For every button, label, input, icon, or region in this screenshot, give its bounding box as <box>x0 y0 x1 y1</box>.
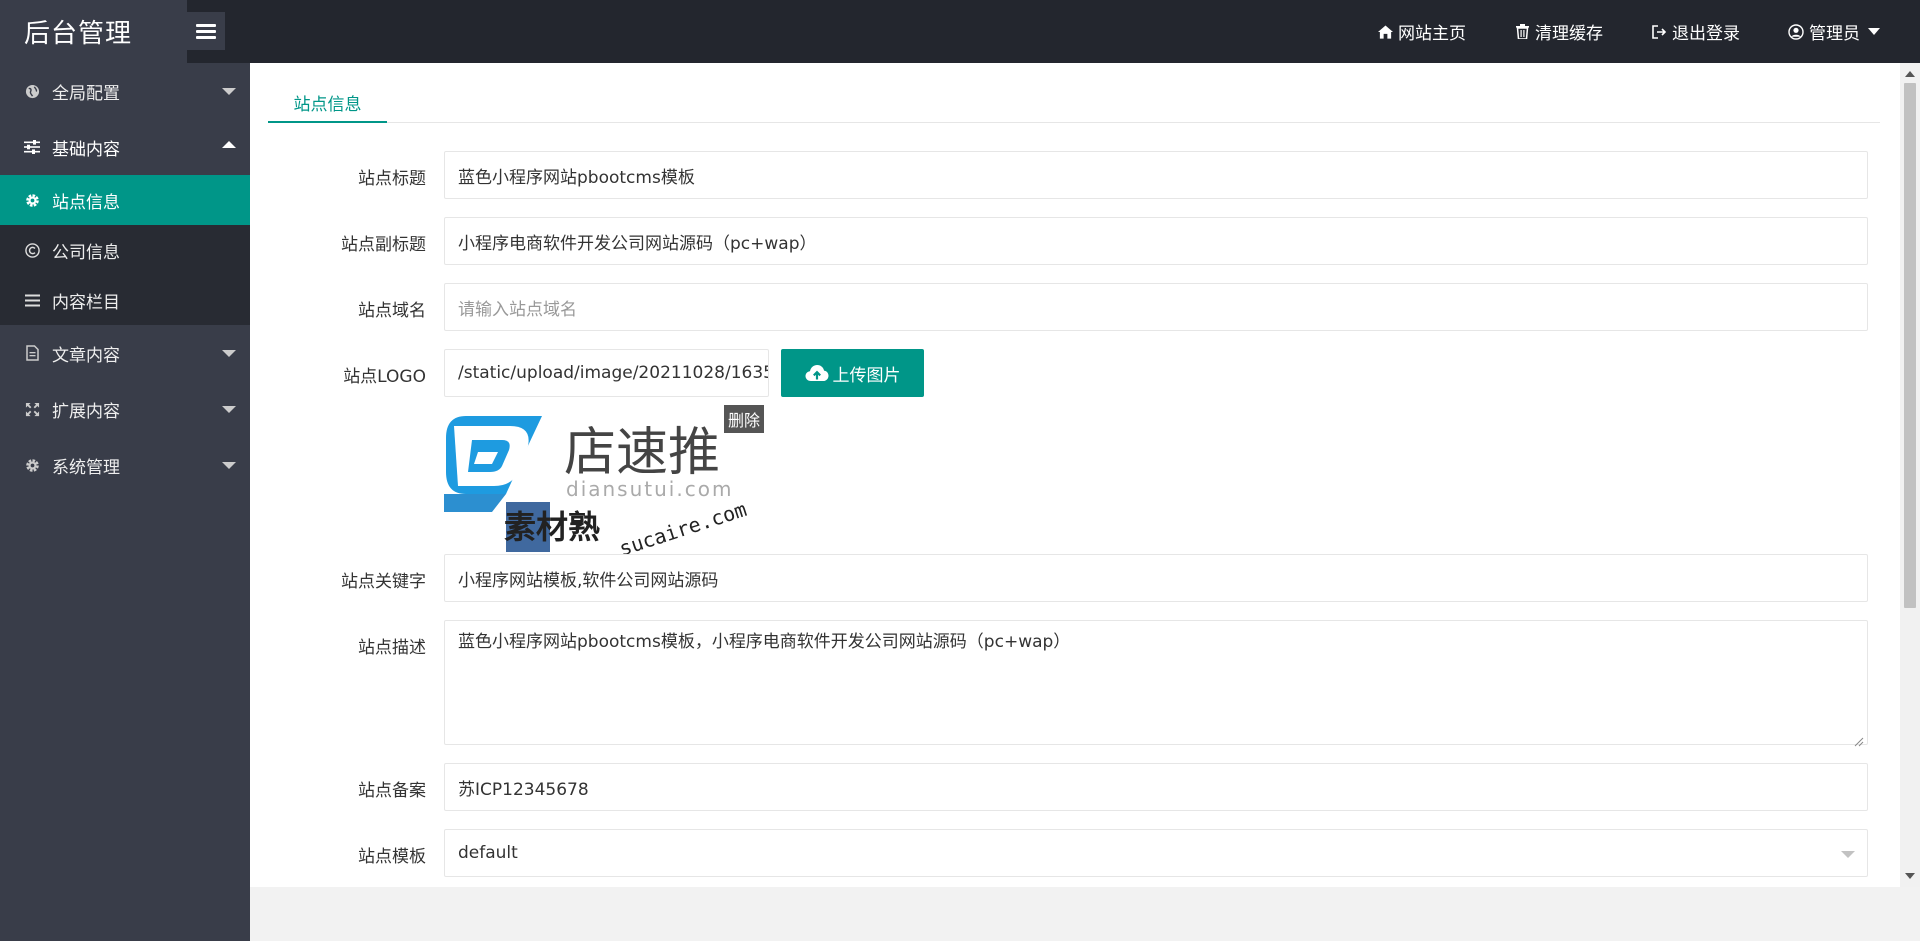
sidebar-submenu: 站点信息 公司信息 内容栏目 <box>0 175 250 325</box>
sidebar-item-site-info[interactable]: 站点信息 <box>0 175 250 225</box>
hamburger-icon <box>196 21 216 42</box>
nav-clear-cache-label: 清理缓存 <box>1535 24 1603 44</box>
site-icp-input[interactable]: 苏ICP12345678 <box>444 763 1868 811</box>
sidebar-item-global-config[interactable]: 全局配置 <box>0 63 250 119</box>
nav-logout-label: 退出登录 <box>1672 24 1740 44</box>
chevron-down-icon <box>222 88 236 95</box>
list-icon <box>24 292 40 308</box>
field-label: 站点关键字 <box>341 572 426 592</box>
upload-image-label: 上传图片 <box>832 365 901 386</box>
chevron-down-icon <box>1868 28 1880 35</box>
site-template-select[interactable]: default <box>444 829 1868 877</box>
sidebar-item-label: 全局配置 <box>52 83 120 104</box>
chevron-down-icon <box>222 462 236 469</box>
scrollbar-thumb[interactable] <box>1904 83 1916 608</box>
trash-icon <box>1514 24 1530 40</box>
menu-toggle-button[interactable] <box>187 12 225 50</box>
nav-admin-label: 管理员 <box>1809 24 1860 44</box>
sidebar-item-article-content[interactable]: 文章内容 <box>0 325 250 381</box>
sidebar-item-label: 站点信息 <box>52 192 120 213</box>
site-description-text: 蓝色小程序网站pbootcms模板，小程序电商软件开发公司网站源码（pc+wap… <box>458 632 1071 652</box>
sidebar-item-extended-content[interactable]: 扩展内容 <box>0 381 250 437</box>
field-label: 站点模板 <box>358 847 426 867</box>
logo-domain-text: diansutui.com <box>566 477 733 501</box>
gear-icon <box>24 457 40 473</box>
chevron-down-icon <box>222 406 236 413</box>
chevron-up-icon <box>222 141 236 148</box>
sliders-icon <box>24 139 40 155</box>
site-subtitle-input[interactable]: 小程序电商软件开发公司网站源码（pc+wap） <box>444 217 1868 265</box>
nav-clear-cache-link[interactable]: 清理缓存 <box>1514 19 1603 44</box>
tab-site-info[interactable]: 站点信息 <box>268 83 387 123</box>
page-scrollbar[interactable] <box>1900 63 1920 887</box>
field-label: 站点域名 <box>358 301 426 321</box>
sidebar-item-label: 文章内容 <box>52 345 120 366</box>
top-header: 后台管理 网站主页 清理缓存 退出登录 管理员 <box>0 0 1920 63</box>
field-label: 站点备案 <box>358 781 426 801</box>
main-content: 站点信息 站点标题 蓝色小程序网站pbootcms模板 站点副标题 小程序电商软… <box>250 63 1900 887</box>
scroll-down-icon[interactable] <box>1905 873 1915 879</box>
nav-home-link[interactable]: 网站主页 <box>1377 19 1466 44</box>
upload-image-button[interactable]: 上传图片 <box>781 349 924 397</box>
globe-icon <box>24 83 40 99</box>
home-icon <box>1377 24 1393 40</box>
copyright-icon <box>24 242 40 258</box>
top-nav: 网站主页 清理缓存 退出登录 管理员 <box>1377 0 1920 63</box>
tab-bar: 站点信息 <box>268 83 1880 123</box>
cloud-upload-icon <box>805 363 829 383</box>
sidebar-item-content-columns[interactable]: 内容栏目 <box>0 275 250 325</box>
sidebar-item-company-info[interactable]: 公司信息 <box>0 225 250 275</box>
scroll-up-icon[interactable] <box>1905 71 1915 77</box>
logo-brand-text: 店速推 <box>564 423 720 483</box>
sidebar-item-system-management[interactable]: 系统管理 <box>0 437 250 493</box>
delete-logo-button[interactable]: 删除 <box>724 405 764 433</box>
sidebar: 全局配置 基础内容 站点信息 公司信息 内容栏目 文章内容 扩展内容 系统管理 <box>0 63 250 941</box>
site-logo-path-input[interactable]: /static/upload/image/20211028/1635408 <box>444 349 769 397</box>
field-label: 站点描述 <box>358 638 426 658</box>
expand-icon <box>24 401 40 417</box>
field-label: 站点LOGO <box>343 367 426 387</box>
chevron-down-icon <box>222 350 236 357</box>
watermark-domain-text: sucaire.com <box>616 497 749 560</box>
gear-icon <box>24 192 40 208</box>
site-domain-input[interactable]: 请输入站点域名 <box>444 283 1868 331</box>
nav-admin-dropdown[interactable]: 管理员 <box>1788 19 1880 44</box>
sidebar-item-label: 内容栏目 <box>52 292 120 313</box>
app-title: 后台管理 <box>0 0 187 63</box>
user-icon <box>1788 23 1804 40</box>
field-label: 站点副标题 <box>341 235 426 255</box>
sidebar-item-label: 基础内容 <box>52 139 120 160</box>
nav-logout-link[interactable]: 退出登录 <box>1651 19 1740 44</box>
site-title-input[interactable]: 蓝色小程序网站pbootcms模板 <box>444 151 1868 199</box>
logout-icon <box>1651 24 1667 40</box>
field-label: 站点标题 <box>358 169 426 189</box>
sidebar-item-label: 扩展内容 <box>52 401 120 422</box>
sidebar-item-label: 公司信息 <box>52 242 120 263</box>
nav-home-label: 网站主页 <box>1398 24 1466 44</box>
watermark-text: 素材熟 <box>504 508 600 546</box>
sidebar-item-basic-content[interactable]: 基础内容 <box>0 119 250 175</box>
site-description-textarea[interactable]: 蓝色小程序网站pbootcms模板，小程序电商软件开发公司网站源码（pc+wap… <box>444 620 1868 747</box>
chevron-down-icon <box>1841 851 1855 858</box>
document-icon <box>24 345 40 361</box>
sidebar-item-label: 系统管理 <box>52 457 120 478</box>
site-template-value: default <box>458 843 518 863</box>
resize-handle-icon[interactable] <box>1854 731 1864 747</box>
site-keywords-input[interactable]: 小程序网站模板,软件公司网站源码 <box>444 554 1868 602</box>
